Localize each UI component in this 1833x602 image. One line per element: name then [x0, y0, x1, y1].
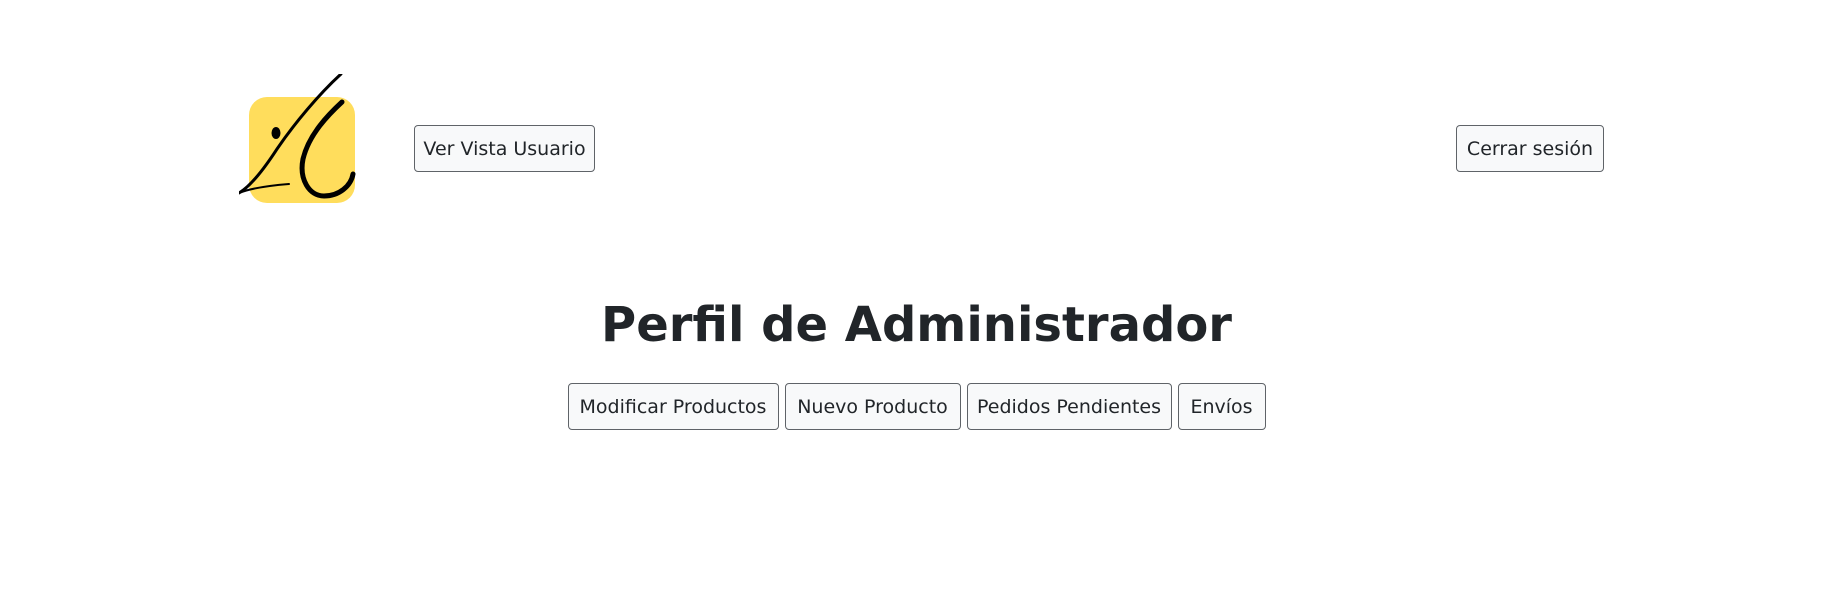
brand-logo-icon [237, 72, 361, 204]
new-product-button[interactable]: Nuevo Producto [784, 383, 961, 430]
view-user-button[interactable]: Ver Vista Usuario [414, 125, 595, 172]
pending-orders-button[interactable]: Pedidos Pendientes [966, 383, 1172, 430]
modify-products-button[interactable]: Modificar Productos [567, 383, 779, 430]
page-title: Perfil de Administrador [601, 297, 1232, 353]
admin-actions: Modificar Productos Nuevo Producto Pedid… [0, 383, 1833, 430]
shipments-button[interactable]: Envíos [1177, 383, 1266, 430]
logout-button[interactable]: Cerrar sesión [1456, 125, 1604, 172]
